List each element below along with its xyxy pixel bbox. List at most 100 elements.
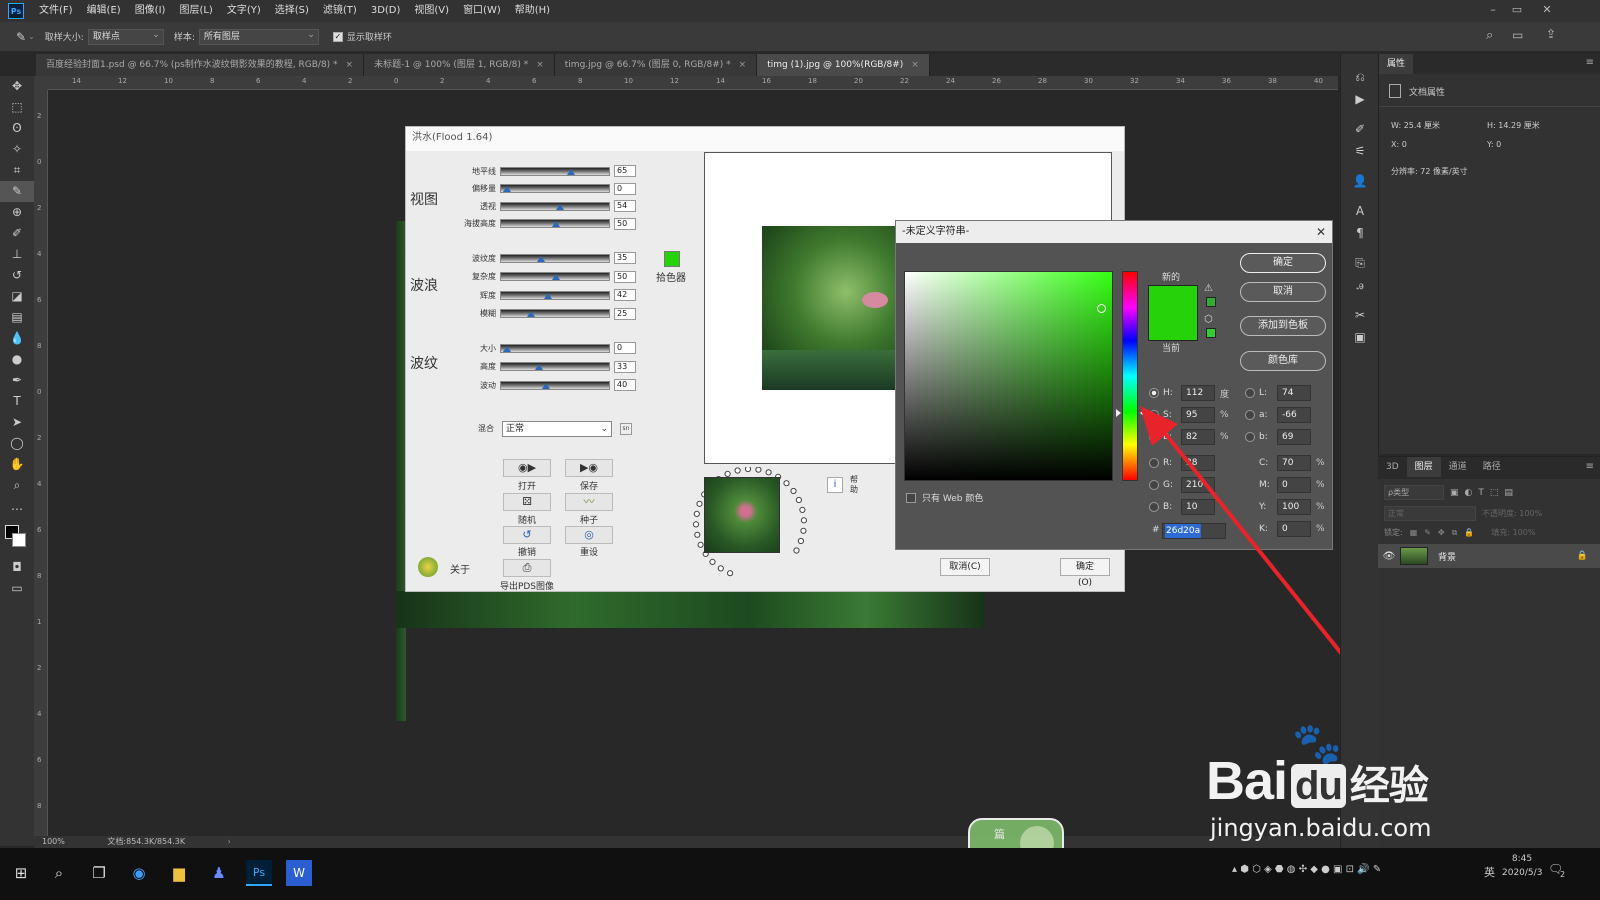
document-tab[interactable]: 百度经验封面1.psd @ 66.7% (ps制作水波纹倒影效果的教程, RGB… (36, 54, 365, 76)
color-value-input[interactable]: 112 (1181, 385, 1215, 401)
slider-track[interactable] (500, 219, 610, 228)
paragraph-panel-icon[interactable]: ¶ (1341, 222, 1379, 244)
ring-dot[interactable] (783, 480, 790, 487)
filter-smart-icon[interactable]: ▤ (1504, 488, 1513, 498)
lock-artboard-icon[interactable]: ⧉ (1452, 528, 1458, 538)
close-window-button[interactable]: ✕ (1536, 0, 1558, 22)
export-button[interactable]: ⎙ (503, 559, 551, 577)
workspace-icon[interactable]: ▭ (1512, 28, 1523, 42)
ring-dot[interactable] (696, 500, 703, 507)
ring-dot[interactable] (755, 466, 762, 473)
menu-item[interactable]: 图像(I) (128, 0, 173, 22)
slider-thumb[interactable] (503, 345, 512, 352)
layer-row-background[interactable]: 👁 背景 🔒 (1378, 544, 1600, 568)
brush-panel-icon[interactable]: ✐ (1341, 118, 1379, 140)
sample-select[interactable]: 所有图层 (198, 28, 319, 45)
adjust-panel-icon[interactable]: ⚟ (1341, 140, 1379, 162)
slider-thumb[interactable] (552, 274, 560, 280)
menu-item[interactable]: 文件(F) (32, 0, 80, 22)
color-field-marker[interactable] (1097, 304, 1106, 313)
fill-field[interactable]: 填充: 100% (1491, 527, 1535, 538)
panel-menu-icon[interactable]: ≡ (1586, 461, 1594, 472)
help-info-icon[interactable]: i (827, 477, 843, 493)
properties-tab[interactable]: 属性 (1379, 54, 1414, 74)
menu-item[interactable]: 滤镜(T) (316, 0, 364, 22)
share-icon[interactable]: ⇪ (1546, 27, 1556, 41)
color-value-input[interactable]: 74 (1277, 385, 1311, 401)
dodge-tool-icon[interactable]: ● (0, 349, 34, 370)
slider-track[interactable] (500, 290, 610, 300)
slider-thumb[interactable] (536, 255, 545, 262)
hue-slider-left-arrow[interactable] (1116, 409, 1121, 417)
seed-button[interactable]: 〰 (565, 493, 613, 511)
ring-dot[interactable] (693, 510, 700, 518)
slider-thumb[interactable] (526, 311, 535, 317)
slider-track[interactable] (500, 253, 610, 263)
picker-ok-button[interactable]: 确定 (1240, 253, 1326, 273)
color-swatches[interactable] (0, 517, 34, 557)
layers-panel-tab[interactable]: 3D (1378, 457, 1407, 477)
close-icon[interactable]: ✕ (1316, 221, 1326, 243)
taskbar-search-icon[interactable]: ⌕ (46, 860, 72, 886)
clock[interactable]: 8:45 2020/5/3 (1502, 854, 1542, 878)
slider-thumb[interactable] (567, 168, 576, 175)
slider-value-field[interactable]: 42 (614, 289, 636, 301)
flood-color-swatch[interactable] (664, 251, 680, 267)
slider-value-field[interactable]: 50 (614, 270, 636, 283)
filter-image-icon[interactable]: ▣ (1450, 488, 1459, 498)
lock-paint-icon[interactable]: ✎ (1424, 528, 1431, 537)
crop-tool-icon[interactable]: ⌗ (0, 160, 34, 181)
history-panel-icon[interactable]: ⎌ (1341, 66, 1379, 88)
menu-item[interactable]: 视图(V) (407, 0, 456, 22)
layers-panel-tab[interactable]: 图层 (1406, 457, 1441, 477)
ring-dot[interactable] (694, 531, 701, 538)
slider-track[interactable] (500, 184, 610, 193)
reset-button[interactable]: ◎ (565, 526, 613, 544)
slider-value-field[interactable]: 35 (614, 252, 636, 264)
slider-track[interactable] (500, 272, 610, 281)
magic-wand-tool-icon[interactable]: ✧ (0, 139, 34, 160)
current-color-swatch[interactable] (1148, 313, 1198, 341)
photoshop-taskbar-icon[interactable]: Ps (246, 860, 272, 886)
background-color-swatch[interactable] (12, 533, 26, 547)
slider-thumb[interactable] (541, 382, 550, 389)
picker-cancel-button[interactable]: 取消 (1240, 282, 1326, 302)
slider-track[interactable] (500, 201, 610, 211)
blend-mode-select[interactable]: 正常 (1384, 506, 1476, 521)
web-only-option[interactable]: 只有 Web 颜色 (906, 491, 983, 504)
opacity-field[interactable]: 不透明度: 100% (1482, 508, 1542, 519)
ring-dot[interactable] (797, 537, 805, 545)
ring-dot[interactable] (793, 547, 800, 554)
tray-icons[interactable]: ▴ ⬢ ⬡ ◈ ⬣ ◍ ✣ ◆ ● ▣ ⊡ 🔊 ✎ (1232, 864, 1381, 875)
filter-adjust-icon[interactable]: ◐ (1465, 488, 1473, 498)
history-brush-icon[interactable]: ↺ (0, 265, 34, 286)
path-select-icon[interactable]: ➤ (0, 412, 34, 433)
shape-tool-icon[interactable]: ◯ (0, 433, 34, 454)
tool-presets-icon[interactable]: ✂ (1341, 304, 1379, 326)
layer-name[interactable]: 背景 (1438, 550, 1577, 563)
filter-type-icon[interactable]: T (1478, 488, 1484, 498)
slider-track[interactable] (500, 380, 610, 390)
properties-panel-icon[interactable]: 👤 (1341, 170, 1379, 192)
chevron-down-icon[interactable]: ⌄ (28, 32, 35, 41)
ring-dot[interactable] (799, 506, 806, 514)
glyphs-panel-icon[interactable]: ꭿ (1341, 274, 1379, 296)
panel-menu-icon[interactable]: ≡ (1586, 57, 1594, 68)
tab-close-icon[interactable]: × (536, 60, 544, 70)
about-logo-icon[interactable] (418, 557, 438, 577)
slider-thumb[interactable] (534, 364, 543, 370)
gradient-tool-icon[interactable]: ▤ (0, 307, 34, 328)
document-tab[interactable]: timg.jpg @ 66.7% (图层 0, RGB/8#) * × (554, 54, 758, 76)
lock-pixels-icon[interactable]: ▦ (1410, 528, 1418, 537)
marquee-tool-icon[interactable]: ⬚ (0, 97, 34, 118)
lock-all-icon[interactable]: 🔒 (1464, 528, 1474, 537)
ring-dot[interactable] (692, 521, 700, 528)
ime-language[interactable]: 英 (1484, 864, 1495, 880)
slider-value-field[interactable]: 65 (614, 165, 636, 177)
status-chevron-icon[interactable]: › (228, 837, 231, 846)
stamp-tool-icon[interactable]: ⊥ (0, 244, 34, 265)
move-tool-icon[interactable]: ✥ (0, 76, 34, 97)
slider-value-field[interactable]: 0 (614, 342, 636, 354)
flood-cancel-button[interactable]: 取消(C) (940, 558, 990, 576)
open-button[interactable]: ◉▶ (503, 459, 551, 477)
